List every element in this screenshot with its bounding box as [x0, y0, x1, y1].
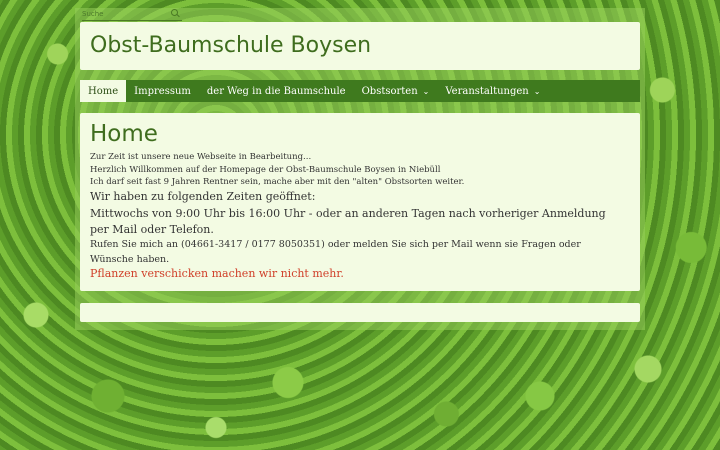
- nav-item-label: Impressum: [134, 85, 191, 97]
- welcome-text: Herzlich Willkommen auf der Homepage der…: [90, 165, 441, 175]
- notice-text: Pflanzen verschicken machen wir nicht me…: [90, 267, 344, 280]
- chevron-down-icon: ⌄: [422, 86, 430, 96]
- main-content: Home Zur Zeit ist unsere neue Webseite i…: [80, 113, 640, 291]
- nav-item-home[interactable]: Home: [80, 80, 127, 102]
- nav-item-obstsorten[interactable]: Obstsorten ⌄: [354, 80, 438, 102]
- search-icon[interactable]: [170, 9, 180, 19]
- intro-text: Ich darf seit fast 9 Jahren Rentner sein…: [90, 177, 465, 187]
- search-input[interactable]: [82, 8, 168, 20]
- search-bar: [82, 8, 182, 21]
- nav-item-label: Home: [88, 85, 119, 97]
- page-title: Home: [90, 121, 158, 147]
- site-title[interactable]: Obst-Baumschule Boysen: [90, 33, 371, 58]
- hours-heading: Wir haben zu folgenden Zeiten geöffnet:: [90, 190, 316, 203]
- nav-item-veranstaltungen[interactable]: Veranstaltungen ⌄: [437, 80, 548, 102]
- footer: [80, 303, 640, 322]
- main-navigation: Home Impressum der Weg in die Baumschule…: [80, 80, 640, 102]
- contact-text: Rufen Sie mich an (04661-3417 / 0177 805…: [90, 239, 581, 265]
- nav-item-label: Veranstaltungen: [445, 85, 529, 97]
- nav-item-directions[interactable]: der Weg in die Baumschule: [199, 80, 354, 102]
- status-text: Zur Zeit ist unsere neue Webseite in Bea…: [90, 152, 312, 162]
- nav-item-impressum[interactable]: Impressum: [126, 80, 199, 102]
- chevron-down-icon: ⌄: [533, 86, 541, 96]
- hours-text: Mittwochs von 9:00 Uhr bis 16:00 Uhr - o…: [90, 207, 606, 236]
- nav-item-label: Obstsorten: [361, 85, 418, 97]
- site-header: Obst-Baumschule Boysen: [80, 22, 640, 70]
- nav-item-label: der Weg in die Baumschule: [206, 85, 346, 97]
